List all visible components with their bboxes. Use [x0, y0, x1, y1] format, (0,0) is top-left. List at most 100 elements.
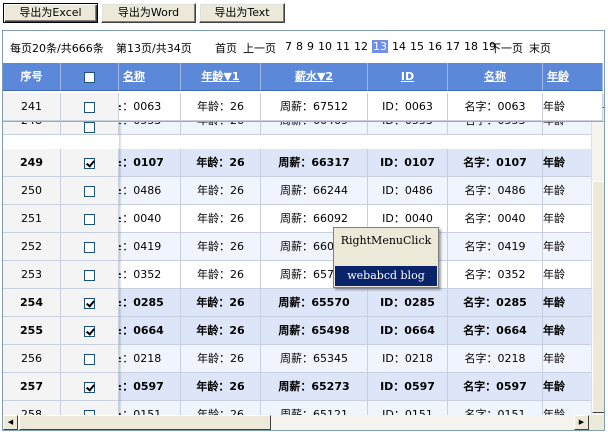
row-checkbox[interactable] — [84, 241, 95, 253]
row-checkbox[interactable] — [84, 185, 95, 197]
row-checkbox[interactable] — [84, 297, 95, 309]
table-row[interactable]: ≥：0352年龄：26周薪：65794ID：0352名字：0352年龄253 — [3, 261, 604, 289]
horizontal-scrollbar[interactable]: ◀ ▶ — [3, 415, 604, 430]
pager-next[interactable]: 下一页 — [490, 40, 523, 56]
scroll-left-button[interactable]: ◀ — [3, 415, 18, 430]
pager-prev[interactable]: 上一页 — [243, 40, 276, 56]
pager-page-11[interactable]: 11 — [336, 40, 350, 53]
cell-name-partial: ≥：0040 — [119, 205, 181, 233]
table-row[interactable]: ≥：0486年龄：26周薪：66244ID：0486名字：0486年龄250 — [3, 177, 604, 205]
header-age2-partial[interactable]: 年龄 — [543, 63, 603, 91]
header-name-partial-label[interactable]: 名称 — [123, 70, 145, 83]
cell-id: ID：0486 — [368, 177, 448, 205]
cell-seq: 252 — [3, 233, 61, 261]
pager-page-16[interactable]: 16 — [428, 40, 442, 53]
header-age2-partial-label[interactable]: 年龄 — [547, 70, 569, 83]
pager-page-10[interactable]: 10 — [318, 40, 332, 53]
cell-id: ID：0597 — [368, 373, 448, 401]
select-all-checkbox[interactable] — [84, 71, 95, 83]
cell-name-partial: ≥：0486 — [119, 177, 181, 205]
cell-id: ID：0285 — [368, 289, 448, 317]
cell-name: 名字：0486 — [448, 177, 543, 205]
pager-first[interactable]: 首页 — [215, 40, 237, 56]
header-salary[interactable]: 薪水▼2 — [261, 63, 368, 91]
table-row[interactable]: ≥：0419年龄：26周薪：66018ID：0419名字：0419年龄252 — [3, 233, 604, 261]
grid-header-row: 序号 名称 年龄▼1 薪水▼2 ID 名称 年龄 — [3, 63, 604, 91]
pager-page-18[interactable]: 18 — [464, 40, 478, 53]
pager-last[interactable]: 末页 — [529, 40, 551, 56]
menu-item-rightmenuclick[interactable]: RightMenuClick — [335, 231, 437, 251]
cell-select[interactable] — [61, 317, 119, 345]
pager-page-15[interactable]: 15 — [410, 40, 424, 53]
menu-item-webabcd-blog[interactable]: webabcd blog — [335, 266, 437, 286]
row-checkbox[interactable] — [84, 121, 95, 133]
pager-page-13[interactable]: 13 — [372, 40, 388, 53]
export-excel-button[interactable]: 导出为Excel — [3, 3, 98, 23]
row-checkbox[interactable] — [84, 213, 95, 225]
table-row[interactable]: ≥：0107年龄：26周薪：66317ID：0107名字：0107年龄249 — [3, 149, 604, 177]
cell-id: ID：0218 — [368, 345, 448, 373]
cell-select[interactable] — [61, 177, 119, 205]
cell-select[interactable] — [61, 205, 119, 233]
row-checkbox[interactable] — [84, 325, 95, 337]
cell-id: ID：0107 — [368, 149, 448, 177]
vertical-scroll-thumb[interactable] — [592, 181, 604, 413]
row-checkbox[interactable] — [84, 353, 95, 365]
export-text-button[interactable]: 导出为Text — [199, 3, 285, 23]
cell-name: 名字：0218 — [448, 345, 543, 373]
header-id-label[interactable]: ID — [401, 70, 414, 83]
cell-age: 年龄：26 — [181, 205, 261, 233]
cell-name: 名字：0285 — [448, 289, 543, 317]
cell-seq: 257 — [3, 373, 61, 401]
vertical-scrollbar[interactable]: ▲ ▼ — [591, 93, 604, 429]
header-select-all[interactable] — [61, 63, 119, 91]
pager-page-8[interactable]: 8 — [296, 40, 303, 53]
header-age-label[interactable]: 年龄 — [201, 70, 223, 83]
pager-pages: 7 8 9 10 11 12 13 14 15 16 17 18 19 — [285, 40, 500, 53]
cell-select[interactable] — [61, 261, 119, 289]
row-checkbox[interactable] — [84, 157, 95, 169]
header-id[interactable]: ID — [368, 63, 448, 91]
pager-page-7[interactable]: 7 — [285, 40, 292, 53]
header-seq: 序号 — [3, 63, 61, 91]
cell-name-partial: ≥：0063 — [119, 93, 181, 121]
cell-select[interactable] — [61, 93, 119, 121]
pager-page-17[interactable]: 17 — [446, 40, 460, 53]
header-name-label[interactable]: 名称 — [484, 70, 506, 83]
cell-salary: 周薪：67512 — [261, 93, 368, 121]
header-name[interactable]: 名称 — [448, 63, 543, 91]
cell-name: 名字：0352 — [448, 261, 543, 289]
table-row[interactable]: ≥：0063年龄：26周薪：67512ID：0063名字：0063年龄 241 — [3, 93, 604, 121]
header-age-sort-indicator[interactable]: ▼1 — [223, 70, 239, 83]
scroll-right-button[interactable]: ▶ — [574, 415, 589, 430]
row-checkbox[interactable] — [84, 101, 95, 113]
header-salary-label[interactable]: 薪水 — [295, 70, 317, 83]
cell-select[interactable] — [61, 233, 119, 261]
pager-page-12[interactable]: 12 — [354, 40, 368, 53]
export-word-button[interactable]: 导出为Word — [101, 3, 196, 23]
cell-seq: 250 — [3, 177, 61, 205]
pager-page-9[interactable]: 9 — [307, 40, 314, 53]
cell-name: 名字：0419 — [448, 233, 543, 261]
cell-select[interactable] — [61, 345, 119, 373]
table-row[interactable]: ≥：0040年龄：26周薪：66092ID：0040名字：0040年龄251 — [3, 205, 604, 233]
header-age[interactable]: 年龄▼1 — [181, 63, 261, 91]
table-row[interactable]: ≥：0285年龄：26周薪：65570ID：0285名字：0285年龄254 — [3, 289, 604, 317]
pager-page-14[interactable]: 14 — [392, 40, 406, 53]
pager-position: 第13页/共34页 — [116, 42, 192, 55]
header-name-partial[interactable]: 名称 — [119, 63, 181, 91]
header-salary-sort-indicator[interactable]: ▼2 — [317, 70, 333, 83]
row-checkbox[interactable] — [84, 269, 95, 281]
cell-select[interactable] — [61, 289, 119, 317]
cell-salary: 周薪：65345 — [261, 345, 368, 373]
cell-name-partial: ≥：0597 — [119, 373, 181, 401]
cell-select[interactable] — [61, 373, 119, 401]
horizontal-scroll-thumb[interactable] — [19, 415, 271, 430]
table-row[interactable]: ≥：0664年龄：26周薪：65498ID：0664名字：0664年龄255 — [3, 317, 604, 345]
table-row[interactable]: ≥：0597年龄：26周薪：65273ID：0597名字：0597年龄257 — [3, 373, 604, 401]
table-row[interactable]: ≥：0218年龄：26周薪：65345ID：0218名字：0218年龄256 — [3, 345, 604, 373]
row-checkbox[interactable] — [84, 381, 95, 393]
cell-age: 年龄：26 — [181, 317, 261, 345]
cell-select[interactable] — [61, 149, 119, 177]
scroll-corner — [589, 415, 604, 430]
